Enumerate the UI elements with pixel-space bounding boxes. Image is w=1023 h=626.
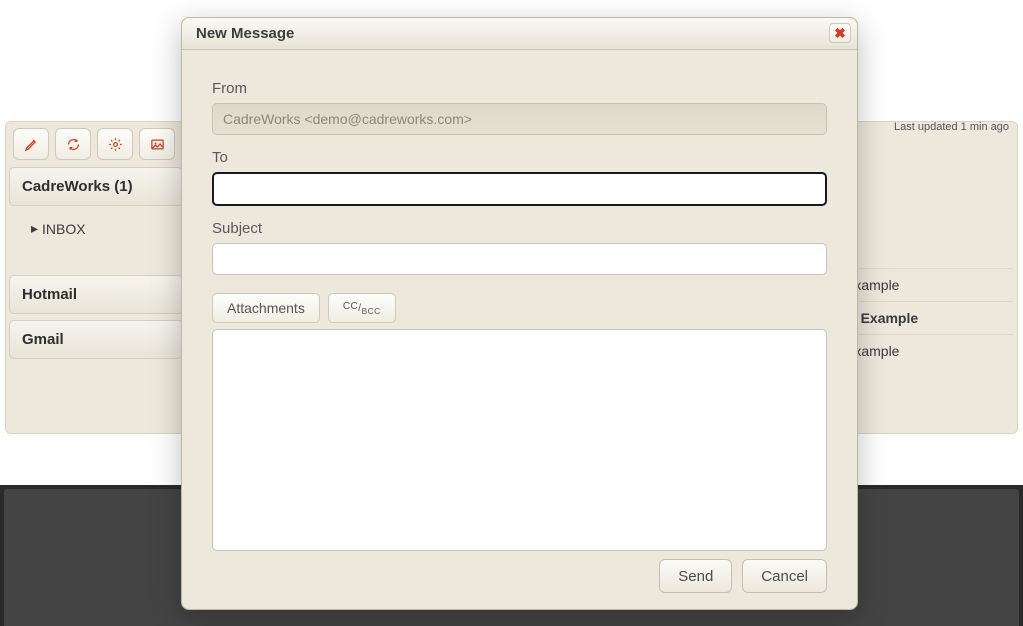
message-body-field[interactable] bbox=[212, 329, 827, 551]
close-icon: ✖ bbox=[834, 26, 846, 40]
image-button[interactable] bbox=[139, 128, 175, 160]
new-message-dialog: New Message ✖ From To Subject Attachment… bbox=[181, 17, 858, 610]
to-field[interactable] bbox=[212, 172, 827, 206]
dialog-title: New Message bbox=[196, 25, 294, 42]
to-label: To bbox=[212, 149, 827, 166]
cancel-button[interactable]: Cancel bbox=[742, 559, 827, 593]
send-button[interactable]: Send bbox=[659, 559, 732, 593]
message-row[interactable]: je Example bbox=[845, 301, 1013, 334]
account-hotmail[interactable]: Hotmail bbox=[9, 275, 183, 314]
attachments-button[interactable]: Attachments bbox=[212, 293, 320, 323]
refresh-button[interactable] bbox=[55, 128, 91, 160]
from-field bbox=[212, 103, 827, 135]
message-list-header bbox=[845, 168, 1013, 268]
folder-inbox[interactable]: ▸ INBOX bbox=[9, 206, 183, 251]
gear-icon bbox=[108, 137, 123, 152]
close-button[interactable]: ✖ bbox=[829, 23, 851, 43]
subject-label: Subject bbox=[212, 220, 827, 237]
image-icon bbox=[150, 137, 165, 152]
settings-button[interactable] bbox=[97, 128, 133, 160]
compose-button[interactable] bbox=[13, 128, 49, 160]
account-cadreworks[interactable]: CadreWorks (1) bbox=[9, 167, 183, 206]
subject-field[interactable] bbox=[212, 243, 827, 275]
from-label: From bbox=[212, 80, 827, 97]
expand-icon: ▸ bbox=[31, 220, 38, 237]
accounts-sidebar: CadreWorks (1) ▸ INBOX Hotmail Gmail bbox=[9, 167, 183, 359]
dialog-titlebar: New Message ✖ bbox=[182, 18, 857, 50]
account-gmail[interactable]: Gmail bbox=[9, 320, 183, 359]
folder-label: INBOX bbox=[42, 221, 86, 237]
last-updated-label: Last updated 1 min ago bbox=[894, 121, 1009, 133]
cc-bcc-button[interactable]: CC/BCC bbox=[328, 293, 396, 323]
compose-icon bbox=[24, 137, 39, 152]
message-row[interactable]: Example bbox=[845, 268, 1013, 301]
refresh-icon bbox=[66, 137, 81, 152]
message-row[interactable]: Example bbox=[845, 334, 1013, 367]
toolbar bbox=[9, 124, 179, 164]
message-list: Example je Example Example bbox=[845, 168, 1013, 367]
